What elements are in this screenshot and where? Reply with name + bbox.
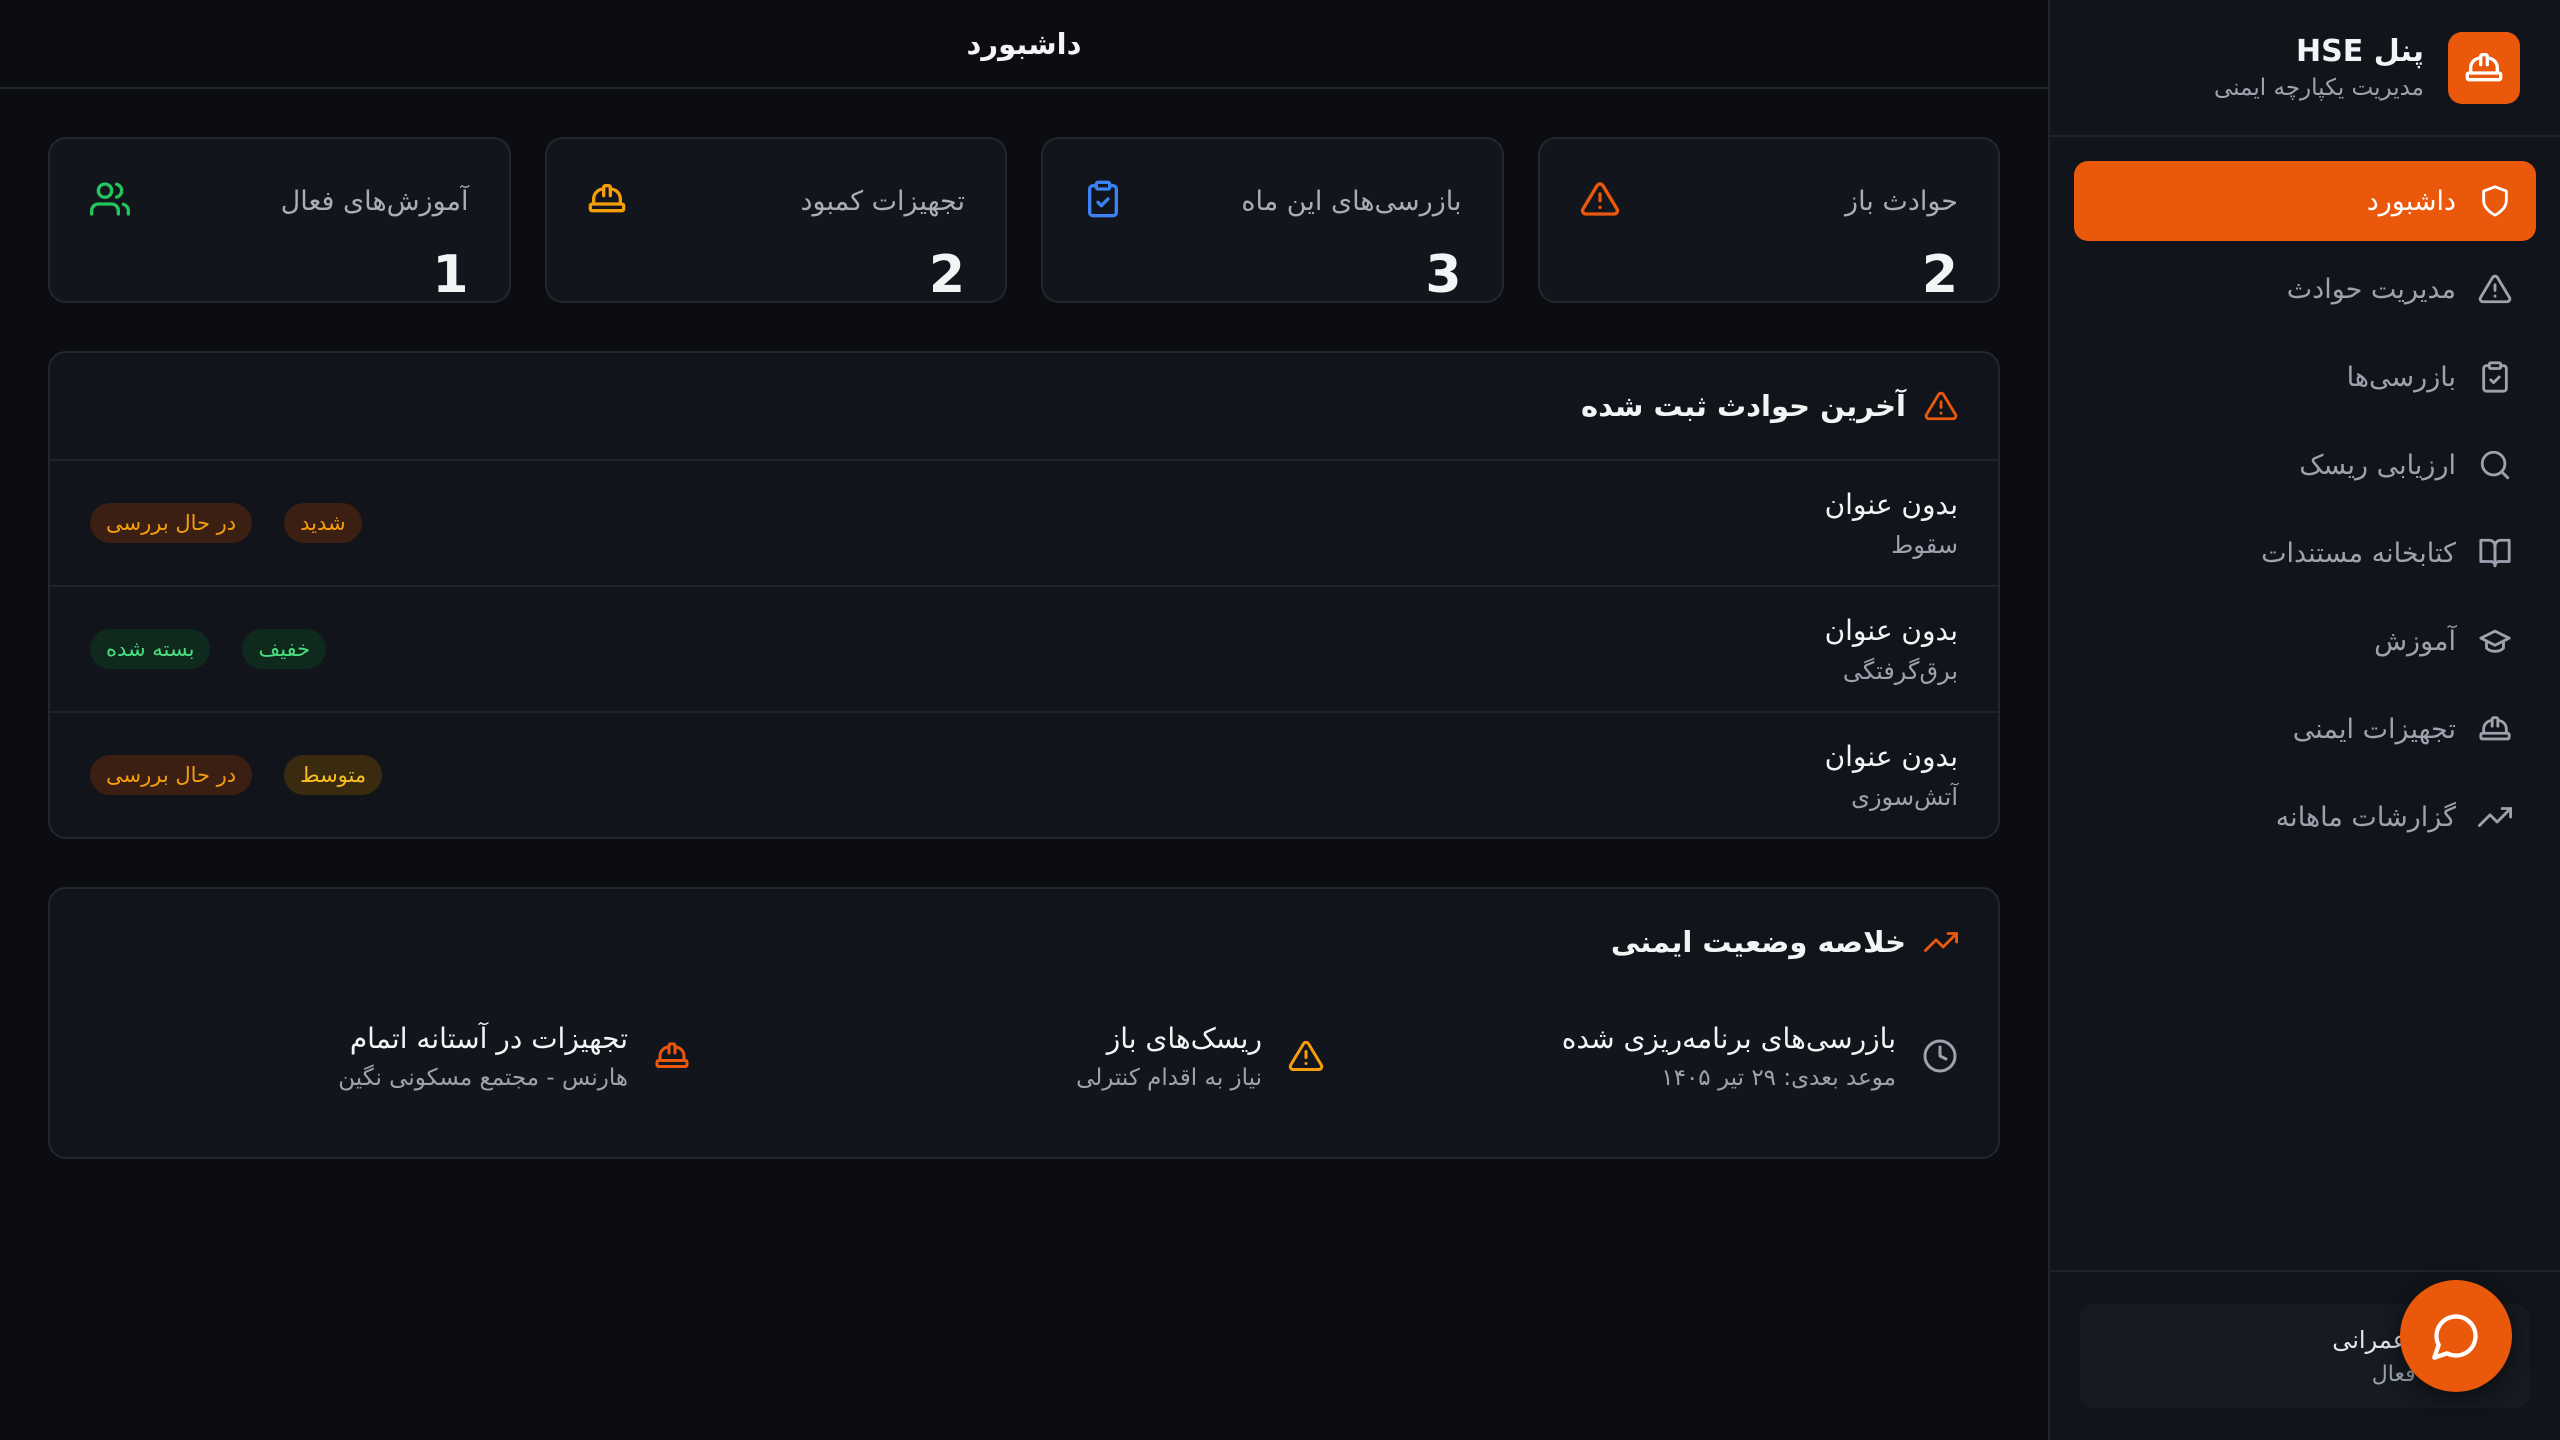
- summary-item-scheduled-inspections[interactable]: بازرسی‌های برنامه‌ریزی شده موعد بعدی: ۲۹…: [1358, 995, 1958, 1117]
- stat-value: 2: [928, 245, 965, 305]
- incident-type: برق‌گرفتگی: [1842, 656, 1958, 685]
- alert-triangle-icon: [2478, 274, 2512, 304]
- clipboard-check-icon: [1083, 179, 1123, 223]
- sidebar-item-label: ارزیابی ریسک: [2299, 449, 2456, 481]
- sidebar-item-label: آموزش: [2374, 625, 2456, 657]
- severity-badge: خفیف: [242, 629, 327, 669]
- stat-value: 1: [432, 245, 469, 305]
- severity-badge: شدید: [284, 503, 362, 543]
- incident-title: بدون عنوان: [1824, 739, 1958, 773]
- summary-item-equipment-low[interactable]: تجهیزات در آستانه اتمام هارنس - مجتمع مس…: [90, 995, 690, 1117]
- summary-subtitle: هارنس - مجتمع مسکونی نگین: [338, 1064, 628, 1091]
- severity-badge: متوسط: [284, 755, 383, 795]
- stat-label: بازرسی‌های این ماه: [1241, 185, 1462, 217]
- message-circle-icon: [2432, 1314, 2478, 1360]
- topbar: داشبورد: [0, 0, 2048, 89]
- brand-title: پنل HSE: [2296, 34, 2424, 69]
- status-badge: بسته شده: [90, 629, 211, 669]
- stat-card-active-training[interactable]: آموزش‌های فعال 1: [48, 137, 511, 305]
- search-icon: [2480, 450, 2510, 480]
- summary-subtitle: نیاز به اقدام کنترلی: [1076, 1064, 1262, 1091]
- hard-hat-icon: [655, 1042, 689, 1068]
- stat-value: 3: [1425, 245, 1462, 305]
- sidebar-item-label: گزارشات ماهانه: [2275, 801, 2456, 833]
- safety-summary-panel: خلاصه وضعیت ایمنی بازرسی‌های برنامه‌ریزی…: [48, 887, 2000, 1159]
- panel-title: خلاصه وضعیت ایمنی: [1610, 925, 1906, 959]
- sidebar-item-label: کتابخانه مستندات: [2261, 537, 2456, 569]
- incident-title: بدون عنوان: [1824, 613, 1958, 647]
- sidebar-item-training[interactable]: آموزش: [2074, 601, 2536, 681]
- summary-title: بازرسی‌های برنامه‌ریزی شده: [1561, 1021, 1896, 1055]
- brand: پنل HSE مدیریت یکپارچه ایمنی: [2050, 0, 2560, 137]
- stats-row: حوادث باز 2 بازرسی‌های این ماه 3: [48, 137, 2000, 305]
- alert-triangle-icon: [1580, 179, 1620, 223]
- sidebar-item-incidents[interactable]: مدیریت حوادث: [2074, 249, 2536, 329]
- incident-row[interactable]: بدون عنوان سقوط شدید در حال بررسی: [50, 459, 1998, 585]
- status-badge: در حال بررسی: [90, 755, 253, 795]
- sidebar: پنل HSE مدیریت یکپارچه ایمنی داشبورد مدی…: [2048, 0, 2560, 1440]
- stat-card-open-incidents[interactable]: حوادث باز 2: [1537, 137, 2000, 305]
- alert-triangle-icon: [1288, 1040, 1324, 1071]
- clock-icon: [1923, 1039, 1957, 1073]
- chat-button[interactable]: [2400, 1280, 2512, 1392]
- summary-title: تجهیزات در آستانه اتمام: [349, 1021, 628, 1055]
- brand-subtitle: مدیریت یکپارچه ایمنی: [2214, 75, 2424, 101]
- stat-card-inspections[interactable]: بازرسی‌های این ماه 3: [1041, 137, 1504, 305]
- incident-type: سقوط: [1891, 530, 1958, 559]
- app-root: پنل HSE مدیریت یکپارچه ایمنی داشبورد مدی…: [0, 0, 2560, 1440]
- sidebar-item-equipment[interactable]: تجهیزات ایمنی: [2074, 689, 2536, 769]
- main-content: داشبورد حوادث باز 2 بازرسی‌های این ماه: [0, 0, 2048, 1440]
- panel-title: آخرین حوادث ثبت شده: [1580, 389, 1906, 423]
- users-icon: [90, 179, 130, 223]
- stat-value: 2: [1921, 245, 1958, 305]
- stat-card-equipment-shortage[interactable]: تجهیزات کمبود 2: [544, 137, 1007, 305]
- page-title: داشبورد: [966, 26, 1082, 61]
- hard-hat-icon: [587, 179, 627, 223]
- sidebar-nav: داشبورد مدیریت حوادث بازرسی‌ها ارزیابی ر…: [2050, 137, 2560, 857]
- trending-up-icon: [1924, 932, 1958, 952]
- sidebar-item-dashboard[interactable]: داشبورد: [2074, 161, 2536, 241]
- incident-row[interactable]: بدون عنوان برق‌گرفتگی خفیف بسته شده: [50, 585, 1998, 711]
- alert-triangle-icon: [1924, 391, 1958, 421]
- sidebar-item-label: داشبورد: [2366, 185, 2456, 217]
- summary-subtitle: موعد بعدی: ۲۹ تیر ۱۴۰۵: [1661, 1064, 1896, 1091]
- hard-hat-icon: [2479, 716, 2511, 741]
- stat-label: آموزش‌های فعال: [280, 185, 469, 217]
- incident-type: آتش‌سوزی: [1851, 782, 1958, 811]
- status-badge: در حال بررسی: [90, 503, 253, 543]
- summary-item-open-risks[interactable]: ریسک‌های باز نیاز به اقدام کنترلی: [724, 995, 1324, 1117]
- sidebar-item-risk[interactable]: ارزیابی ریسک: [2074, 425, 2536, 505]
- incident-row[interactable]: بدون عنوان آتش‌سوزی متوسط در حال بررسی: [50, 711, 1998, 837]
- stat-label: تجهیزات کمبود: [800, 185, 965, 217]
- sidebar-item-label: بازرسی‌ها: [2346, 361, 2456, 393]
- sidebar-item-documents[interactable]: کتابخانه مستندات: [2074, 513, 2536, 593]
- stat-label: حوادث باز: [1845, 185, 1958, 217]
- sidebar-item-label: مدیریت حوادث: [2286, 273, 2456, 305]
- hard-hat-icon: [2448, 31, 2520, 104]
- trending-up-icon: [2478, 807, 2512, 827]
- sidebar-item-reports[interactable]: گزارشات ماهانه: [2074, 777, 2536, 857]
- incident-title: بدون عنوان: [1824, 487, 1958, 521]
- clipboard-check-icon: [2482, 361, 2508, 393]
- book-open-icon: [2479, 538, 2511, 568]
- graduation-cap-icon: [2479, 629, 2511, 653]
- latest-incidents-panel: آخرین حوادث ثبت شده بدون عنوان سقوط شدید…: [48, 351, 2000, 839]
- shield-icon: [2482, 185, 2508, 217]
- sidebar-item-inspections[interactable]: بازرسی‌ها: [2074, 337, 2536, 417]
- summary-title: ریسک‌های باز: [1106, 1021, 1262, 1055]
- sidebar-item-label: تجهیزات ایمنی: [2292, 713, 2456, 745]
